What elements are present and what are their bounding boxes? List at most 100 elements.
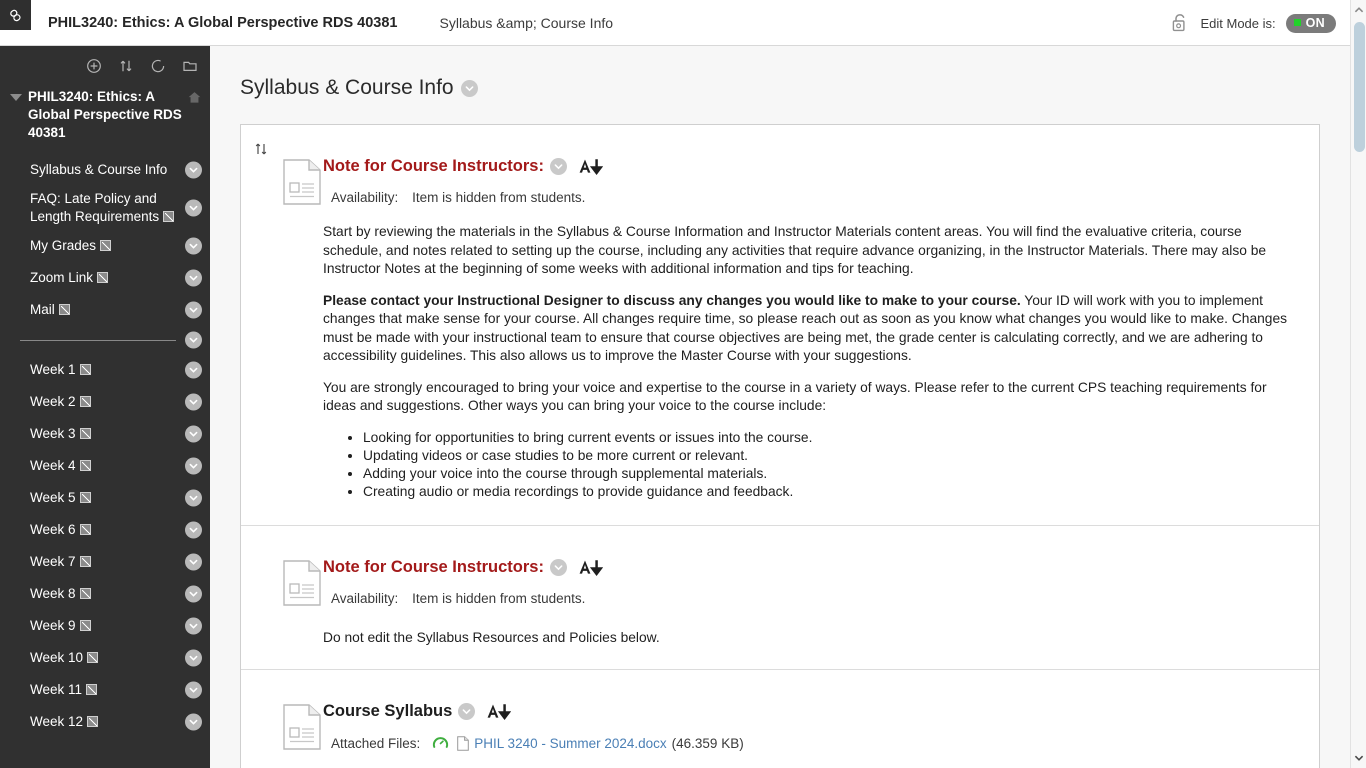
sidebar-item-my-grades[interactable]: My Grades (0, 230, 210, 262)
content-item-title[interactable]: Note for Course Instructors: (323, 157, 544, 176)
content-item: Note for Course Instructors: Availabilit… (241, 125, 1319, 526)
availability-row: Availability: Item is hidden from studen… (323, 591, 1295, 606)
availability-row: Availability: Item is hidden from studen… (323, 190, 1295, 205)
attached-file-size: (46.359 KB) (671, 735, 744, 751)
accessibility-download-icon[interactable] (578, 157, 603, 176)
refresh-icon[interactable] (150, 58, 166, 74)
page-scrollbar[interactable] (1350, 0, 1366, 768)
page-title-chevron-down-icon[interactable] (460, 79, 478, 97)
external-link-icon (79, 620, 91, 631)
sidebar-item-faq-late-policy-and-length-requirements[interactable]: FAQ: Late Policy and Length Requirements (0, 186, 210, 230)
external-link-icon (79, 524, 91, 535)
sidebar-item-week-3[interactable]: Week 3 (0, 418, 210, 450)
sidebar-item-chevron-down-icon[interactable] (185, 425, 202, 443)
scroll-down-chevron-down-icon[interactable] (1351, 750, 1366, 766)
content-item-title-row: Note for Course Instructors: (323, 546, 1295, 577)
sidebar-item-week-10[interactable]: Week 10 (0, 642, 210, 674)
sidebar-item-week-8[interactable]: Week 8 (0, 578, 210, 610)
reorder-icon[interactable] (118, 58, 134, 74)
sidebar-item-label: Week 9 (30, 617, 91, 635)
document-icon (257, 690, 321, 755)
accessibility-download-icon[interactable] (486, 702, 512, 721)
sidebar-item-syllabus-course-info[interactable]: Syllabus & Course Info (0, 154, 210, 186)
sidebar-item-chevron-down-icon[interactable] (185, 553, 202, 571)
course-breadcrumb[interactable]: PHIL3240: Ethics: A Global Perspective R… (48, 15, 398, 31)
content-item-title[interactable]: Course Syllabus (323, 702, 452, 721)
home-icon[interactable] (187, 90, 202, 110)
availability-value: Item is hidden from students. (412, 590, 586, 606)
content-item-body: Note for Course Instructors: Availabilit… (315, 145, 1295, 501)
brand-badge[interactable] (0, 0, 31, 30)
sidebar-item-label: Week 2 (30, 393, 91, 411)
external-link-icon (79, 492, 91, 503)
external-link-icon (79, 396, 91, 407)
bullet-item: Looking for opportunities to bring curre… (363, 429, 1295, 447)
paragraph-with-bold: Please contact your Instructional Design… (323, 292, 1295, 366)
sidebar-divider (0, 326, 210, 354)
folder-icon[interactable] (182, 58, 198, 74)
accessibility-download-icon[interactable] (578, 558, 603, 577)
collapse-triangle-icon[interactable] (10, 94, 22, 101)
sidebar-toolbar (0, 46, 210, 78)
sidebar-item-chevron-down-icon[interactable] (185, 361, 202, 379)
sidebar-item-chevron-down-icon[interactable] (185, 237, 202, 255)
sidebar-item-week-12[interactable]: Week 12 (0, 706, 210, 738)
sort-arrows-icon[interactable] (253, 141, 269, 162)
content-item-chevron-down-icon[interactable] (549, 558, 567, 576)
sidebar-item-mail[interactable]: Mail (0, 294, 210, 326)
sidebar-item-week-7[interactable]: Week 7 (0, 546, 210, 578)
sidebar-item-week-4[interactable]: Week 4 (0, 450, 210, 482)
attached-file-link[interactable]: PHIL 3240 - Summer 2024.docx (474, 736, 666, 751)
link-chain-icon (8, 8, 23, 23)
sidebar-item-chevron-down-icon[interactable] (185, 301, 202, 319)
sidebar-item-chevron-down-icon[interactable] (185, 161, 202, 179)
add-content-icon[interactable] (86, 58, 102, 74)
sidebar-item-label: Zoom Link (30, 269, 109, 287)
sidebar-item-chevron-down-icon[interactable] (185, 713, 202, 731)
sidebar-item-chevron-down-icon[interactable] (185, 457, 202, 475)
content-item-chevron-down-icon[interactable] (549, 158, 567, 175)
sidebar-item-week-9[interactable]: Week 9 (0, 610, 210, 642)
content-item-title[interactable]: Note for Course Instructors: (323, 558, 544, 577)
external-link-icon (97, 272, 109, 283)
sidebar-item-chevron-down-icon[interactable] (185, 585, 202, 603)
bullet-item: Adding your voice into the course throug… (363, 465, 1295, 483)
sidebar-item-week-5[interactable]: Week 5 (0, 482, 210, 514)
bold-lead: Please contact your Instructional Design… (323, 292, 1021, 308)
sidebar-item-chevron-down-icon[interactable] (185, 681, 202, 699)
sidebar-item-chevron-down-icon[interactable] (185, 393, 202, 411)
sidebar-item-week-2[interactable]: Week 2 (0, 386, 210, 418)
sidebar-item-chevron-down-icon[interactable] (185, 617, 202, 635)
page-title: Syllabus & Course Info (240, 76, 454, 99)
unlock-icon[interactable] (1170, 12, 1190, 34)
sidebar-item-chevron-down-icon[interactable] (185, 649, 202, 667)
sidebar-item-label: FAQ: Late Policy and Length Requirements (30, 190, 176, 226)
content-item-body: Note for Course Instructors: Availabilit… (315, 546, 1295, 645)
content-item: Note for Course Instructors: Availabilit… (241, 526, 1319, 670)
content-item-chevron-down-icon[interactable] (458, 702, 476, 720)
sidebar-item-week-11[interactable]: Week 11 (0, 674, 210, 706)
external-link-icon (79, 428, 91, 439)
sidebar-item-label: Week 6 (30, 521, 91, 539)
edit-mode-value: ON (1305, 15, 1325, 30)
edit-mode-toggle[interactable]: ON (1285, 13, 1336, 33)
content-item-text: Start by reviewing the materials in the … (323, 205, 1295, 501)
sidebar-item-label: Week 10 (30, 649, 99, 667)
sidebar-item-week-6[interactable]: Week 6 (0, 514, 210, 546)
accessibility-gauge-icon[interactable] (432, 735, 449, 752)
content-item-text: Do not edit the Syllabus Resources and P… (323, 606, 1295, 645)
scroll-up-chevron-up-icon[interactable] (1351, 2, 1366, 18)
sidebar-item-chevron-down-icon[interactable] (185, 489, 202, 507)
sidebar-item-zoom-link[interactable]: Zoom Link (0, 262, 210, 294)
sidebar-divider-chevron-down-icon[interactable] (185, 331, 202, 349)
sidebar-item-week-1[interactable]: Week 1 (0, 354, 210, 386)
content-item-title-row: Note for Course Instructors: (323, 145, 1295, 176)
scrollbar-thumb[interactable] (1354, 22, 1365, 152)
sidebar-item-chevron-down-icon[interactable] (185, 269, 202, 287)
sidebar-item-chevron-down-icon[interactable] (185, 199, 202, 217)
course-header[interactable]: PHIL3240: Ethics: A Global Perspective R… (0, 78, 210, 146)
external-link-icon (79, 460, 91, 471)
sidebar-item-chevron-down-icon[interactable] (185, 521, 202, 539)
page-breadcrumb[interactable]: Syllabus &amp; Course Info (440, 15, 614, 31)
sidebar-course-title: PHIL3240: Ethics: A Global Perspective R… (28, 89, 182, 140)
